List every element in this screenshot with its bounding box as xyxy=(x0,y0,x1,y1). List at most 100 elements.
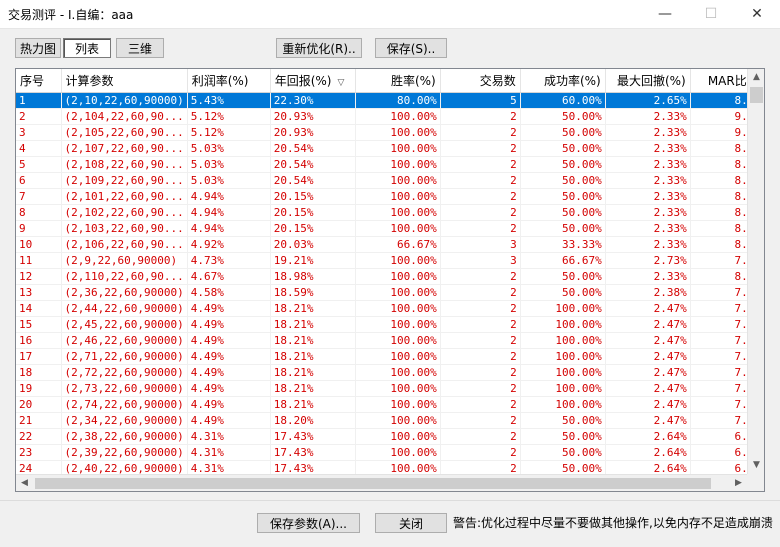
table-row[interactable]: 8 (2,102,22,60,90... 4.94% 20.15% 100.00% 2 50… xyxy=(16,204,752,221)
column-header[interactable]: 交易数 xyxy=(440,69,521,93)
table-cell: 20.15% xyxy=(270,220,356,237)
table-row[interactable]: 23 (2,39,22,60,90000) 4.31% 17.43% 100.00% 2 5… xyxy=(16,444,752,461)
horizontal-scroll-thumb[interactable] xyxy=(35,478,711,489)
table-row[interactable]: 21 (2,34,22,60,90000) 4.49% 18.20% 100.00% 2 5… xyxy=(16,412,752,429)
table-cell: 7. xyxy=(690,252,752,269)
table-cell: 7. xyxy=(690,284,752,301)
table-cell: 100.00% xyxy=(355,156,441,173)
table-row[interactable]: 14 (2,44,22,60,90000) 4.49% 18.21% 100.00% 2 1… xyxy=(16,300,752,317)
vertical-scroll-thumb[interactable] xyxy=(750,87,763,103)
column-header[interactable]: 成功率(%) xyxy=(520,69,606,93)
scroll-down-icon[interactable]: ▼ xyxy=(748,457,764,474)
table-cell: 33.33% xyxy=(520,236,606,253)
table-row[interactable]: 5 (2,108,22,60,90... 5.03% 20.54% 100.00% 2 50… xyxy=(16,156,752,173)
table-cell: 7 xyxy=(16,188,62,205)
column-header[interactable]: 序号 xyxy=(16,69,62,93)
close-button[interactable]: 关闭 xyxy=(375,513,447,533)
table-cell: 2.33% xyxy=(605,204,691,221)
table-row[interactable]: 9 (2,103,22,60,90... 4.94% 20.15% 100.00% 2 50… xyxy=(16,220,752,237)
table-cell: 2.33% xyxy=(605,236,691,253)
table-cell: 2.33% xyxy=(605,268,691,285)
minimize-icon[interactable]: — xyxy=(642,0,688,28)
table-cell: 5.03% xyxy=(187,140,271,157)
table-cell: 18 xyxy=(16,364,62,381)
table-cell: 100.00% xyxy=(520,348,606,365)
table-cell: 100.00% xyxy=(355,348,441,365)
save-params-button[interactable]: 保存参数(A)... xyxy=(257,513,360,533)
table-cell: (2,104,22,60,90... xyxy=(61,108,188,125)
table-row[interactable]: 10 (2,106,22,60,90... 4.92% 20.03% 66.67% 3 33… xyxy=(16,236,752,253)
vertical-scrollbar[interactable]: ▲ ▼ xyxy=(747,69,764,474)
scroll-left-icon[interactable]: ◀ xyxy=(16,475,33,491)
scroll-up-icon[interactable]: ▲ xyxy=(748,69,764,86)
table-row[interactable]: 16 (2,46,22,60,90000) 4.49% 18.21% 100.00% 2 1… xyxy=(16,332,752,349)
table-cell: 100.00% xyxy=(355,380,441,397)
table-cell: 18.21% xyxy=(270,348,356,365)
table-cell: 7. xyxy=(690,396,752,413)
table-cell: 2 xyxy=(440,108,521,125)
table-row[interactable]: 12 (2,110,22,60,90... 4.67% 18.98% 100.00% 2 5… xyxy=(16,268,752,285)
table-cell: 2.47% xyxy=(605,380,691,397)
table-cell: 10 xyxy=(16,236,62,253)
table-row[interactable]: 2 (2,104,22,60,90... 5.12% 20.93% 100.00% 2 50… xyxy=(16,108,752,125)
table-row[interactable]: 15 (2,45,22,60,90000) 4.49% 18.21% 100.00% 2 1… xyxy=(16,316,752,333)
table-row[interactable]: 4 (2,107,22,60,90... 5.03% 20.54% 100.00% 2 50… xyxy=(16,140,752,157)
table-cell: 21 xyxy=(16,412,62,429)
table-cell: 2.73% xyxy=(605,252,691,269)
table-cell: 2.33% xyxy=(605,108,691,125)
table-cell: 4.49% xyxy=(187,332,271,349)
table-cell: (2,71,22,60,90000) xyxy=(61,348,188,365)
tab-heatmap[interactable]: 热力图 xyxy=(15,38,61,58)
column-header[interactable]: 胜率(%) xyxy=(355,69,441,93)
scroll-corner xyxy=(747,474,764,491)
save-button[interactable]: 保存(S).. xyxy=(375,38,447,58)
table-cell: 20.54% xyxy=(270,140,356,157)
table-cell: 2.64% xyxy=(605,428,691,445)
table-row[interactable]: 22 (2,38,22,60,90000) 4.31% 17.43% 100.00% 2 5… xyxy=(16,428,752,445)
table-row[interactable]: 13 (2,36,22,60,90000) 4.58% 18.59% 100.00% 2 5… xyxy=(16,284,752,301)
table-cell: 2 xyxy=(440,300,521,317)
table-cell: (2,103,22,60,90... xyxy=(61,220,188,237)
table-cell: 100.00% xyxy=(355,300,441,317)
table-row[interactable]: 6 (2,109,22,60,90... 5.03% 20.54% 100.00% 2 50… xyxy=(16,172,752,189)
table-row[interactable]: 18 (2,72,22,60,90000) 4.49% 18.21% 100.00% 2 1… xyxy=(16,364,752,381)
table-cell: 5.43% xyxy=(187,92,271,109)
table-row[interactable]: 17 (2,71,22,60,90000) 4.49% 18.21% 100.00% 2 1… xyxy=(16,348,752,365)
horizontal-scrollbar[interactable]: ◀ ▶ xyxy=(16,474,747,491)
table-cell: 5.12% xyxy=(187,108,271,125)
table-cell: 2 xyxy=(440,284,521,301)
column-header[interactable]: 最大回撤(%) xyxy=(605,69,691,93)
table-cell: (2,102,22,60,90... xyxy=(61,204,188,221)
maximize-icon[interactable]: ☐ xyxy=(688,0,734,28)
table-cell: (2,72,22,60,90000) xyxy=(61,364,188,381)
table-cell: 7. xyxy=(690,300,752,317)
results-grid[interactable]: 序号 计算参数 利润率(%) 年回报(%) ▽ 胜率(%) 交易数 成功率(%) 最大回撤(%)… xyxy=(15,68,765,492)
table-cell: 7. xyxy=(690,380,752,397)
table-cell: 2 xyxy=(440,380,521,397)
table-cell: 50.00% xyxy=(520,124,606,141)
column-header[interactable]: 计算参数 xyxy=(61,69,188,93)
table-cell: 50.00% xyxy=(520,444,606,461)
table-row[interactable]: 19 (2,73,22,60,90000) 4.49% 18.21% 100.00% 2 1… xyxy=(16,380,752,397)
reoptimize-button[interactable]: 重新优化(R).. xyxy=(276,38,362,58)
table-cell: 20.54% xyxy=(270,172,356,189)
scroll-right-icon[interactable]: ▶ xyxy=(730,475,747,491)
table-row[interactable]: 3 (2,105,22,60,90... 5.12% 20.93% 100.00% 2 50… xyxy=(16,124,752,141)
column-header[interactable]: MAR比 xyxy=(690,69,752,93)
table-cell: 7. xyxy=(690,412,752,429)
table-cell: 2 xyxy=(440,188,521,205)
table-cell: 18.21% xyxy=(270,316,356,333)
table-row[interactable]: 20 (2,74,22,60,90000) 4.49% 18.21% 100.00% 2 1… xyxy=(16,396,752,413)
column-header[interactable]: 利润率(%) xyxy=(187,69,271,93)
table-cell: 8. xyxy=(690,140,752,157)
table-row[interactable]: 7 (2,101,22,60,90... 4.94% 20.15% 100.00% 2 50… xyxy=(16,188,752,205)
table-row[interactable]: 11 (2,9,22,60,90000) 4.73% 19.21% 100.00% 3 66… xyxy=(16,252,752,269)
table-cell: 4.67% xyxy=(187,268,271,285)
table-cell: (2,108,22,60,90... xyxy=(61,156,188,173)
close-icon[interactable]: ✕ xyxy=(734,0,780,28)
table-row[interactable]: 1 (2,10,22,60,90000) 5.43% 22.30% 80.00% 5 60.… xyxy=(16,92,752,109)
tab-list[interactable]: 列表 xyxy=(63,38,111,58)
tab-3d[interactable]: 三维 xyxy=(116,38,164,58)
table-cell: 100.00% xyxy=(520,364,606,381)
column-header[interactable]: 年回报(%) ▽ xyxy=(270,69,356,93)
